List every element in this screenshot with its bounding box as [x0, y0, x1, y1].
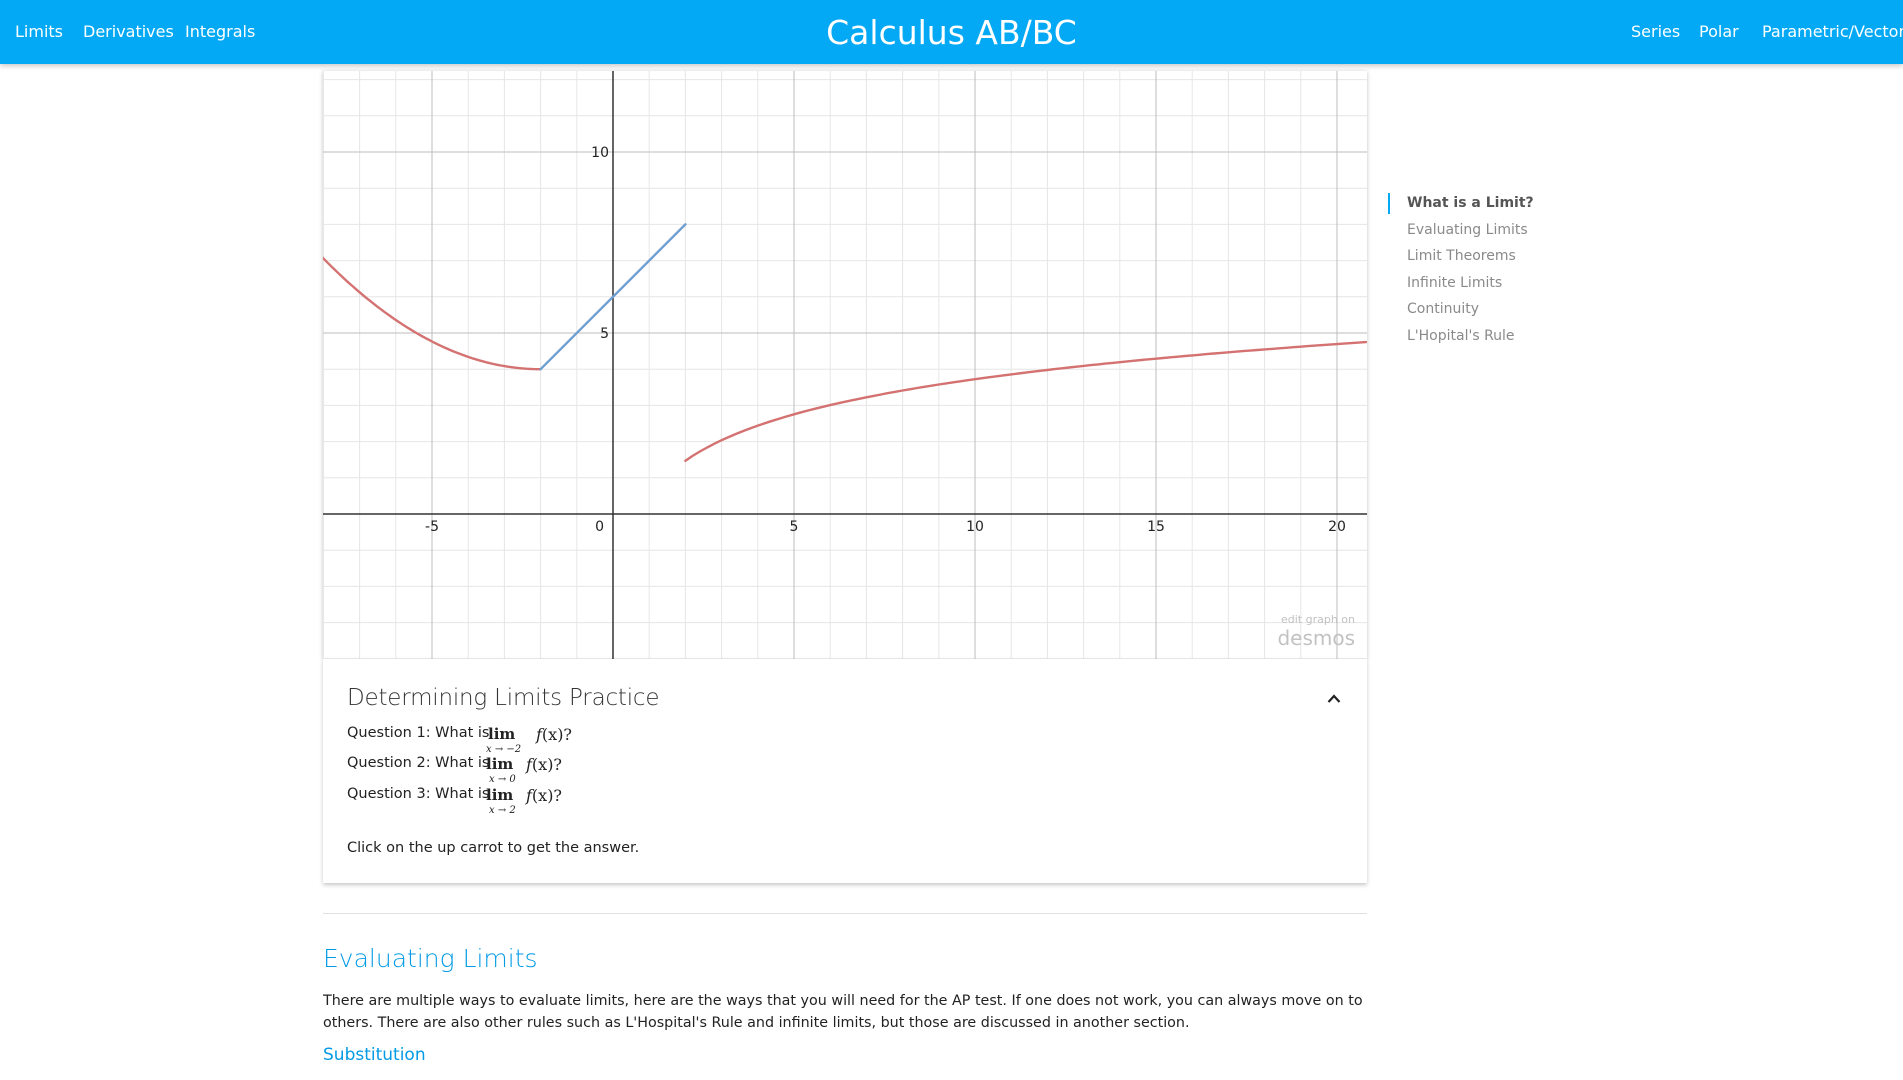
- watermark-edit-graph[interactable]: edit graph on: [1281, 613, 1355, 626]
- toc-item-limit-theorems[interactable]: Limit Theorems: [1388, 243, 1648, 270]
- red-curve-right: [684, 340, 1367, 462]
- limit-expression: f(x)?: [536, 725, 573, 744]
- question-1-label: Question 1: What is: [347, 725, 490, 741]
- x-tick-label: 15: [1147, 519, 1165, 535]
- site-title[interactable]: Calculus AB/BC: [826, 13, 1077, 52]
- nav-link-polar[interactable]: Polar: [1699, 21, 1739, 43]
- nav-link-integrals[interactable]: Integrals: [185, 21, 255, 43]
- toc-item-infinite-limits[interactable]: Infinite Limits: [1388, 270, 1648, 297]
- collapse-chevron-button[interactable]: [1319, 683, 1349, 713]
- y-tick-label: 10: [591, 145, 609, 161]
- chevron-up-icon: [1327, 693, 1341, 703]
- nav-link-derivatives[interactable]: Derivatives: [83, 21, 174, 43]
- y-tick-label: 5: [600, 326, 609, 342]
- toc-item-what-is-a-limit[interactable]: What is a Limit?: [1388, 190, 1648, 217]
- table-of-contents: What is a Limit? Evaluating Limits Limit…: [1388, 190, 1648, 349]
- practice-title: Determining Limits Practice: [347, 685, 660, 711]
- grid-minor-lines: [323, 71, 1367, 659]
- question-3-label: Question 3: What is: [347, 786, 490, 802]
- lim-word: lim: [488, 725, 516, 743]
- section-divider: [323, 913, 1367, 914]
- grid-major-lines: [323, 71, 1367, 659]
- question-2-label: Question 2: What is: [347, 755, 490, 771]
- graph-canvas[interactable]: -5 0 5 10 15 20 10 5 edit graph on desmos: [323, 71, 1367, 659]
- section-paragraph: There are multiple ways to evaluate limi…: [323, 993, 1363, 1031]
- lim-word: lim: [486, 786, 514, 804]
- x-tick-label: -5: [425, 519, 439, 535]
- section-heading: Evaluating Limits: [323, 944, 538, 973]
- toc-item-lhopitals-rule[interactable]: L'Hopital's Rule: [1388, 323, 1648, 350]
- x-tick-label: 0: [595, 519, 604, 535]
- desmos-logo[interactable]: desmos: [1277, 626, 1355, 650]
- toc-item-evaluating-limits[interactable]: Evaluating Limits: [1388, 217, 1648, 244]
- nav-link-parametric-vectors[interactable]: Parametric/Vectors: [1762, 21, 1903, 43]
- limit-subscript: x → 0: [489, 774, 516, 785]
- top-nav-bar: Limits Derivatives Integrals Calculus AB…: [0, 0, 1903, 64]
- limit-expression: f(x)?: [526, 786, 563, 805]
- desmos-graph[interactable]: -5 0 5 10 15 20 10 5 edit graph on desmos: [323, 71, 1367, 659]
- nav-link-limits[interactable]: Limits: [15, 21, 63, 43]
- nav-link-series[interactable]: Series: [1631, 21, 1680, 43]
- practice-instructions: Click on the up carrot to get the answer…: [347, 840, 640, 856]
- graph-curves: [323, 223, 1367, 462]
- x-tick-label: 5: [790, 519, 799, 535]
- practice-card: Determining Limits Practice Question 1: …: [323, 659, 1367, 883]
- toc-item-continuity[interactable]: Continuity: [1388, 296, 1648, 323]
- limit-expression: f(x)?: [526, 755, 563, 774]
- x-tick-label: 10: [966, 519, 984, 535]
- lim-word: lim: [486, 755, 514, 773]
- x-tick-label: 20: [1328, 519, 1346, 535]
- graph-axes: [323, 71, 1367, 659]
- limit-subscript: x → 2: [489, 805, 516, 816]
- limit-subscript: x → −2: [486, 744, 522, 755]
- substitution-heading[interactable]: Substitution: [323, 1045, 426, 1065]
- tick-labels: -5 0 5 10 15 20 10 5: [425, 145, 1346, 535]
